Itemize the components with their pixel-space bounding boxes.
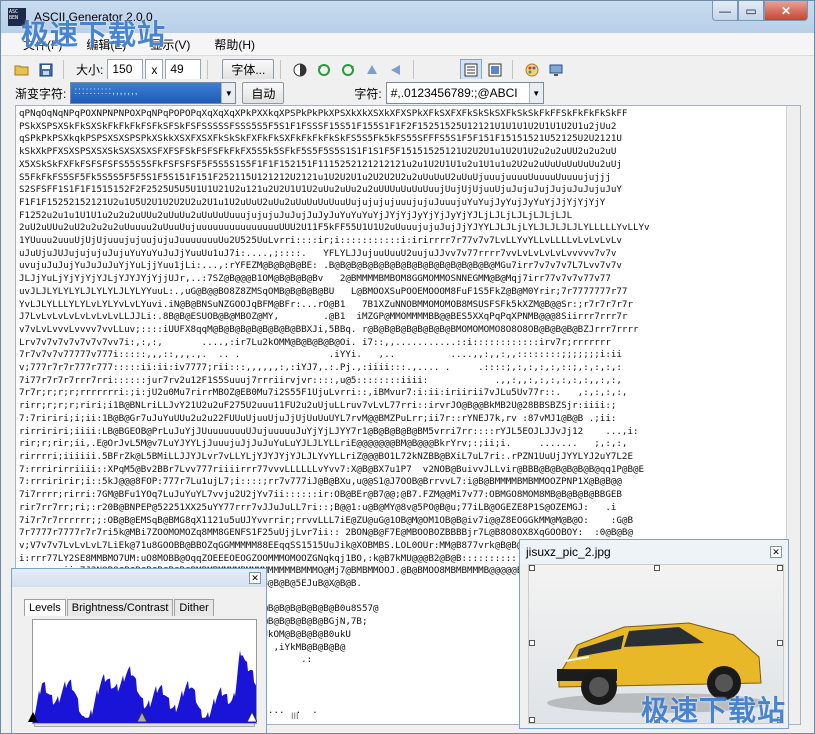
close-button[interactable]: ✕ [764, 1, 808, 21]
levels-tabs: Levels Brightness/Contrast Dither [24, 599, 266, 616]
histogram [32, 619, 257, 724]
window-controls: — ▭ ✕ [712, 1, 808, 21]
resize-handle[interactable] [529, 717, 535, 723]
tab-brightness-contrast[interactable]: Brightness/Contrast [66, 599, 174, 616]
white-point-handle[interactable] [247, 712, 257, 722]
resize-handle[interactable] [654, 565, 660, 571]
gradient-input[interactable]: ::::::::::,,,,,,, [71, 83, 222, 103]
size-label: 大小: [76, 63, 104, 77]
toolbar-separator [413, 59, 415, 80]
character-toolbar: 渐变字符: ::::::::::,,,,,,, ▼ 自动 字符: #,.0123… [1, 79, 814, 107]
rotate-right-icon[interactable] [337, 59, 359, 81]
tab-levels[interactable]: Levels [24, 599, 66, 616]
chars-select[interactable]: #,.0123456789:;@ABCI ▼ [385, 82, 544, 104]
toolbar-separator [512, 59, 514, 80]
tab-dither[interactable]: Dither [174, 599, 214, 616]
gradient-select[interactable]: ::::::::::,,,,,,, ▼ [70, 82, 237, 104]
font-button[interactable]: 字体... [222, 58, 275, 81]
histogram-chart [33, 650, 256, 723]
toolbar-separator [280, 59, 282, 80]
image-view-icon[interactable] [484, 59, 506, 81]
monitor-icon[interactable] [545, 59, 567, 81]
watermark: 极速下载站 [641, 694, 787, 727]
app-window: ASC BEN ASCII Generator 2.0.0 — ▭ ✕ 文件(F… [0, 0, 815, 734]
resize-handle[interactable] [777, 565, 783, 571]
auto-button[interactable]: 自动 [242, 82, 285, 104]
height-input[interactable]: 49 [165, 59, 202, 80]
maximize-button[interactable]: ▭ [738, 1, 764, 21]
open-folder-icon[interactable] [11, 59, 33, 81]
chevron-down-icon[interactable]: ▼ [528, 83, 543, 103]
preview-title: jisuxz_pic_2.jpg [526, 545, 611, 559]
save-icon[interactable] [35, 59, 57, 81]
preview-caption[interactable]: jisuxz_pic_2.jpg ✕ [520, 540, 788, 564]
size-separator: x [145, 59, 164, 80]
close-icon[interactable]: ✕ [770, 546, 782, 558]
toolbar-separator [63, 59, 64, 80]
text-view-icon[interactable] [460, 58, 483, 81]
resize-handle[interactable] [529, 565, 535, 571]
watermark: 极速下载站 [21, 18, 167, 51]
rotate-left-icon[interactable] [313, 59, 335, 81]
midtone-handle[interactable] [137, 712, 147, 722]
chevron-down-icon[interactable]: ▼ [221, 83, 236, 103]
gradient-label: 渐变字符: [15, 86, 67, 101]
levels-panel-caption[interactable]: ✕ [12, 569, 266, 587]
black-point-handle[interactable] [28, 712, 38, 722]
chars-label: 字符: [354, 86, 382, 101]
color-palette-icon[interactable] [521, 59, 543, 81]
flip-vertical-icon[interactable] [361, 59, 383, 81]
resize-handle[interactable] [777, 640, 783, 646]
width-input[interactable]: 150 [107, 59, 144, 80]
menu-help[interactable]: 帮助(H) [202, 36, 267, 53]
resize-handle[interactable] [529, 640, 535, 646]
minimize-button[interactable]: — [712, 1, 738, 21]
levels-slider-track[interactable] [34, 723, 255, 727]
close-icon[interactable]: ✕ [249, 572, 261, 584]
chars-input[interactable]: #,.0123456789:;@ABCI [387, 83, 529, 103]
invert-icon[interactable] [289, 59, 311, 81]
levels-panel: ✕ Levels Brightness/Contrast Dither [11, 568, 267, 733]
toolbar-separator [207, 59, 209, 80]
scrollbar-thumb[interactable]: III [291, 711, 299, 721]
flip-horizontal-icon[interactable] [385, 59, 407, 81]
